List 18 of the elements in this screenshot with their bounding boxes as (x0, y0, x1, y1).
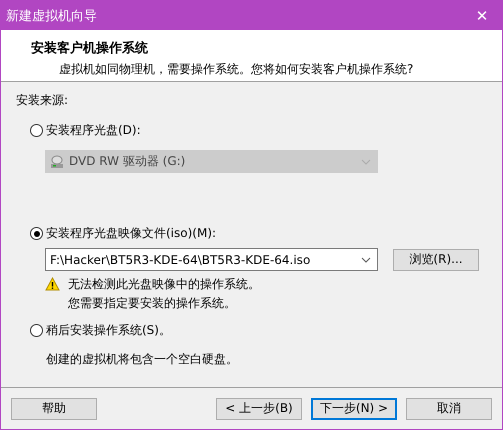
browse-button[interactable]: 浏览(R)... (393, 248, 479, 270)
window-title: 新建虚拟机向导 (6, 8, 97, 24)
radio-option[interactable]: 稍后安装操作系统(S)。 (30, 322, 173, 339)
cancel-button[interactable]: 取消 (406, 398, 492, 420)
warning-text: 无法检测此光盘映像中的操作系统。 (68, 276, 260, 293)
option-note: 创建的虚拟机将包含一个空白硬盘。 (46, 351, 239, 368)
disc-drive-icon (50, 154, 64, 168)
page-description: 虚拟机如同物理机，需要操作系统。您将如何安装客户机操作系统? (58, 61, 414, 78)
page-heading: 安装客户机操作系统 (31, 40, 149, 57)
help-button[interactable]: 帮助 (11, 398, 97, 420)
close-button[interactable]: ✕ (462, 1, 502, 30)
dropdown-field[interactable]: F:\Hacker\BT5R3-KDE-64\BT5R3-KDE-64.iso (45, 248, 378, 271)
next-button[interactable]: 下一步(N) > (311, 398, 397, 420)
section-label: 安装来源: (16, 92, 70, 109)
back-button[interactable]: < 上一步(B) (216, 398, 302, 420)
warning-text: 您需要指定要安装的操作系统。 (68, 295, 237, 312)
warning-icon (45, 277, 60, 291)
radio-option[interactable]: 安装程序光盘(D): (30, 122, 143, 139)
